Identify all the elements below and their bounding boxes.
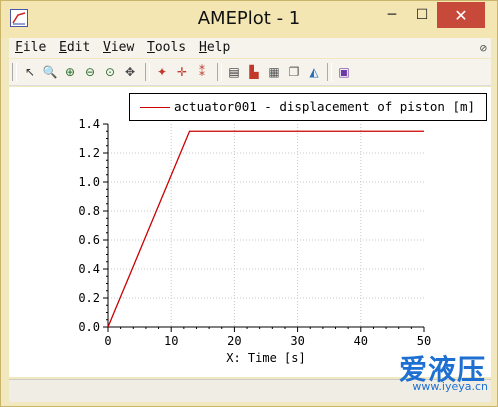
chart-svg: 0.0 0.2 0.4 0.6 0.8 1.0 1.2 1.4 0 10 20 30 40 50 X: Ti… [78, 117, 431, 365]
menu-edit[interactable]: Edit [59, 40, 90, 55]
x-tick-label: 0 [104, 334, 111, 348]
legend-swatch [140, 107, 170, 108]
copy-plot-icon[interactable]: ❐ [285, 63, 303, 81]
pin-icon[interactable]: ⊘ [480, 41, 487, 55]
x-tick-label: 50 [417, 334, 431, 348]
crosshair-icon[interactable]: ✛ [173, 63, 191, 81]
menu-bar: File Edit View Tools Help ⊘ [9, 38, 491, 58]
minimize-button[interactable]: ─ [377, 2, 407, 28]
y-tick-label: 0.8 [78, 204, 100, 218]
pan-icon[interactable]: ✥ [121, 63, 139, 81]
x-tick-label: 10 [164, 334, 178, 348]
menu-file[interactable]: File [15, 40, 46, 55]
x-tick-label: 20 [227, 334, 241, 348]
watermark-url: www.iyeya.cn [412, 380, 488, 393]
y-tick-label: 1.2 [78, 146, 100, 160]
zoom-in-icon[interactable]: ⊕ [61, 63, 79, 81]
x-tick-label: 30 [290, 334, 304, 348]
y-tick-label: 1.4 [78, 117, 100, 131]
dual-marker-icon[interactable]: ⁑ [193, 63, 211, 81]
title-bar[interactable]: AMEPlot - 1 ─ ☐ ✕ [1, 1, 497, 38]
zoom-out-icon[interactable]: ⊖ [81, 63, 99, 81]
legend-entry: actuator001 - displacement of piston [m] [174, 99, 476, 114]
export-plot-icon[interactable]: ▣ [335, 63, 353, 81]
y-tick-label: 0.2 [78, 291, 100, 305]
toolbar: ↖ 🔍 ⊕ ⊖ ⊙ ✥ ✦ ✛ ⁑ ▤ ▙ ▦ ❐ ◭ ▣ [9, 59, 491, 86]
maximize-button[interactable]: ☐ [407, 2, 437, 28]
y-tick-label: 0.4 [78, 262, 100, 276]
y-tick-label: 0.6 [78, 233, 100, 247]
close-button[interactable]: ✕ [437, 2, 485, 28]
plot-frame-icon[interactable]: ▤ [225, 63, 243, 81]
series-line [107, 130, 424, 328]
select-arrow-icon[interactable]: ↖ [21, 63, 39, 81]
marker-point-icon[interactable]: ✦ [153, 63, 171, 81]
ameplot-window: AMEPlot - 1 ─ ☐ ✕ File Edit View Tools H… [0, 0, 498, 407]
menu-view[interactable]: View [103, 40, 134, 55]
x-axis-label: X: Time [s] [226, 351, 305, 365]
toolbar-grip[interactable] [12, 63, 17, 81]
plot-panel[interactable]: 0.0 0.2 0.4 0.6 0.8 1.0 1.2 1.4 0 10 20 30 40 50 X: Ti… [9, 87, 491, 377]
plot-curve-icon[interactable]: ▙ [245, 63, 263, 81]
x-tick-label: 40 [354, 334, 368, 348]
y-tick-label: 1.0 [78, 175, 100, 189]
legend[interactable]: actuator001 - displacement of piston [m] [129, 93, 487, 121]
menu-help[interactable]: Help [199, 40, 230, 55]
colors-icon[interactable]: ◭ [305, 63, 323, 81]
toolbar-separator [217, 63, 222, 81]
menu-tools[interactable]: Tools [147, 40, 186, 55]
y-tick-label: 0.0 [78, 320, 100, 334]
toolbar-separator [145, 63, 150, 81]
toolbar-separator [327, 63, 332, 81]
zoom-icon[interactable]: 🔍 [41, 63, 59, 81]
grid-icon[interactable]: ▦ [265, 63, 283, 81]
zoom-fit-icon[interactable]: ⊙ [101, 63, 119, 81]
